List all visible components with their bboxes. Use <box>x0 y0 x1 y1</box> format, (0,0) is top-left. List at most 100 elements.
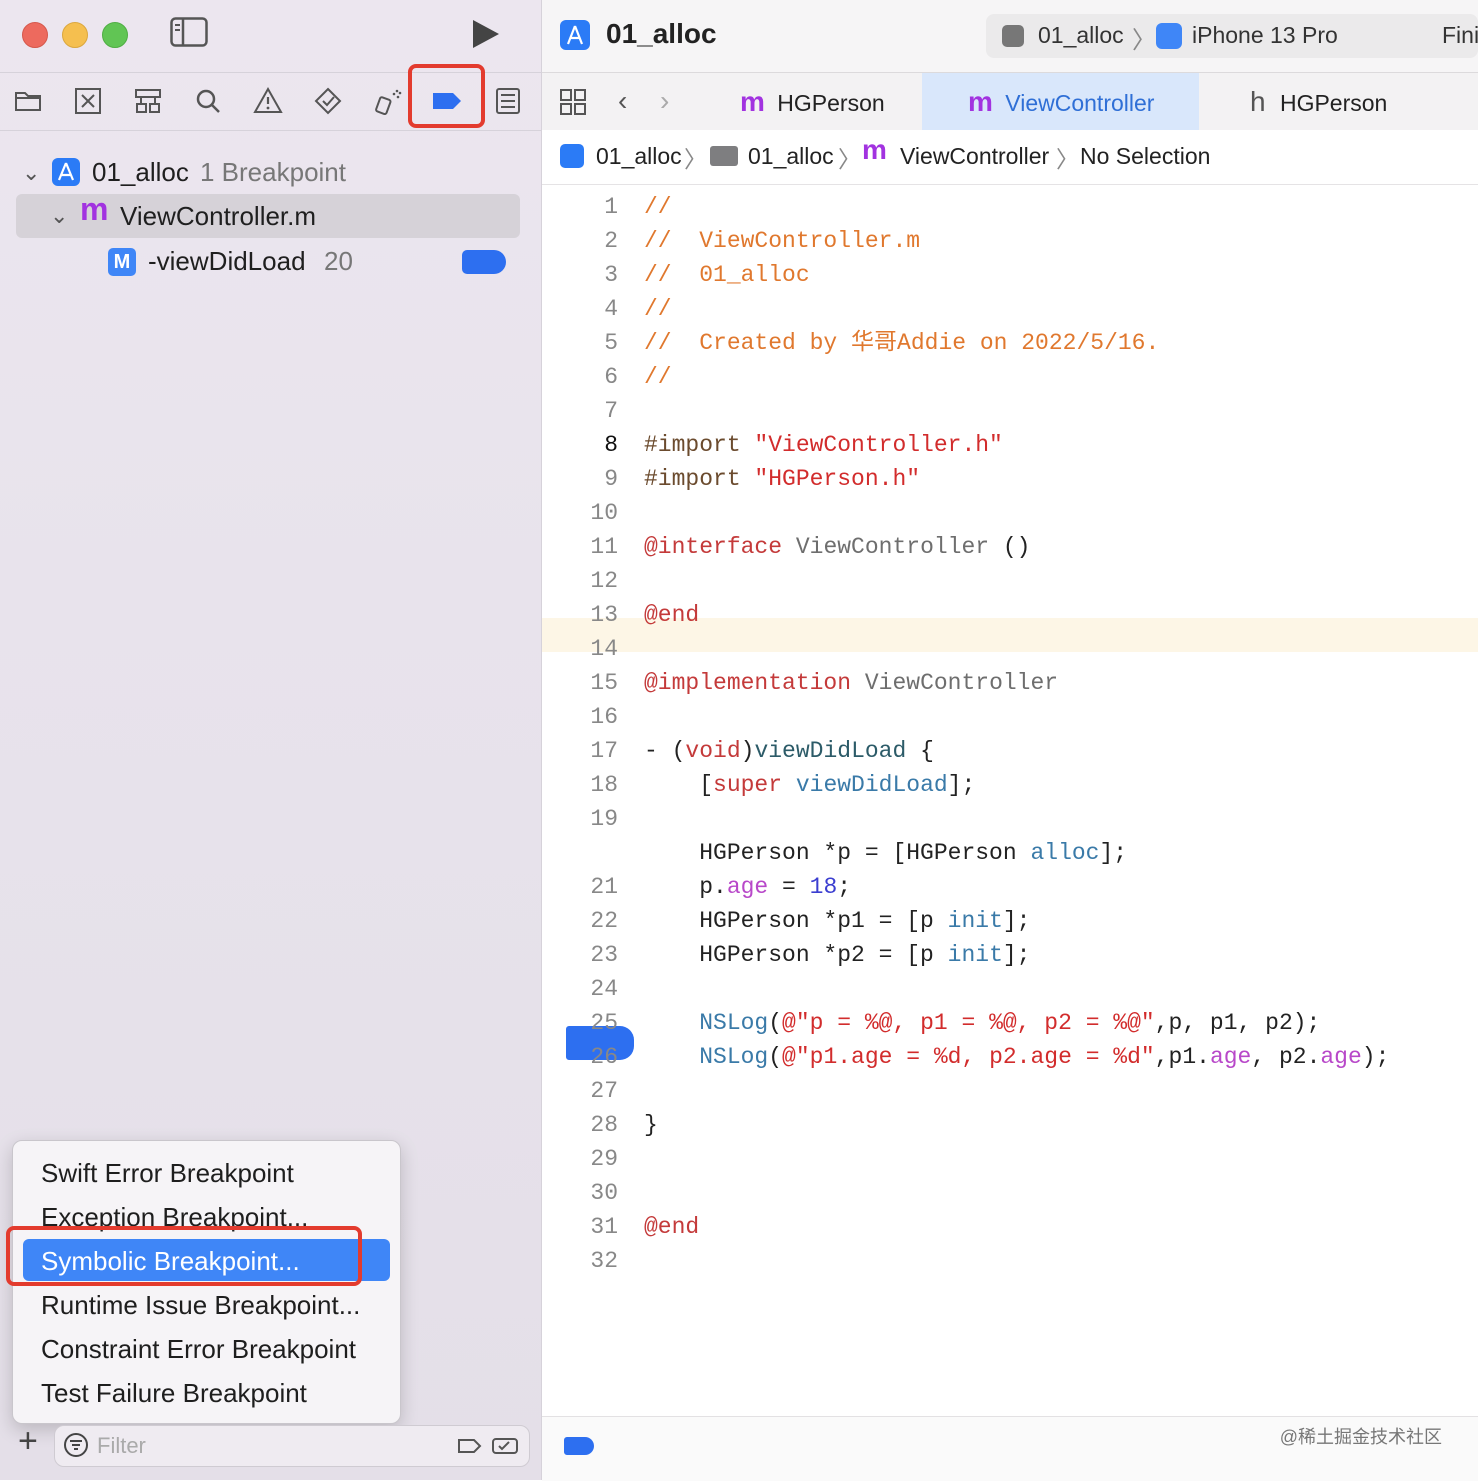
line-source: // 01_alloc <box>644 262 810 288</box>
line-number: 7 <box>604 398 618 424</box>
line-number: 21 <box>590 874 618 900</box>
tab-label: HGPerson <box>1279 90 1388 116</box>
line-number: 31 <box>590 1214 618 1240</box>
sidebar-toggle-icon[interactable] <box>170 17 208 47</box>
annotation-highlight-box <box>6 1226 362 1286</box>
app-project-icon <box>560 144 584 168</box>
code-line: 2 // ViewController.m <box>542 224 1478 258</box>
line-number: 20 <box>590 840 618 866</box>
enabled-filter-icon[interactable] <box>491 1436 519 1456</box>
code-line: 4 // <box>542 292 1478 326</box>
header-file-icon: h <box>1250 86 1266 117</box>
code-line: 1 // <box>542 190 1478 224</box>
chevron-down-icon[interactable]: ⌄ <box>22 160 40 186</box>
line-number: 27 <box>590 1078 618 1104</box>
code-line: 32 <box>542 1244 1478 1278</box>
jump-project[interactable]: 01_alloc <box>596 143 682 170</box>
zoom-window-button[interactable] <box>102 22 128 48</box>
code-line: 28} <box>542 1108 1478 1142</box>
scheme-selector[interactable]: 01_alloc 〉 iPhone 13 Pro Fini <box>986 14 1478 58</box>
file-row[interactable]: ⌄ m ViewController.m <box>0 191 541 237</box>
forward-icon[interactable]: › <box>660 85 669 117</box>
code-line: 9 #import "HGPerson.h" <box>542 462 1478 496</box>
objc-file-icon: m <box>740 86 765 117</box>
line-number: 22 <box>590 908 618 934</box>
line-source: HGPerson *p = [HGPerson alloc]; <box>644 840 1128 866</box>
folder-icon[interactable] <box>13 86 43 116</box>
source-control-icon[interactable] <box>73 86 103 116</box>
watermark: @稀土掘金技术社区 <box>1279 1427 1442 1447</box>
breakpoints-toggle-icon[interactable] <box>564 1437 594 1455</box>
code-line: 27 <box>542 1074 1478 1108</box>
filter-icon <box>63 1432 89 1458</box>
close-window-button[interactable] <box>22 22 48 48</box>
code-line: 30 <box>542 1176 1478 1210</box>
scheme-name[interactable]: 01_alloc <box>1038 22 1124 49</box>
tab-label: HGPerson <box>777 90 885 116</box>
method-name: -viewDidLoad <box>148 246 306 276</box>
minimize-window-button[interactable] <box>62 22 88 48</box>
tab-hgperson-h[interactable]: h HGPerson <box>1250 73 1387 130</box>
line-source: #import "HGPerson.h" <box>644 466 921 492</box>
test-diamond-icon[interactable] <box>313 86 343 116</box>
search-icon[interactable] <box>193 86 223 116</box>
line-number: 19 <box>590 806 618 832</box>
objc-file-icon: m <box>80 191 109 227</box>
tab-hgperson-m[interactable]: m HGPerson <box>740 73 885 130</box>
chevron-down-icon[interactable]: ⌄ <box>50 203 68 229</box>
breakpoint-tag-icon[interactable] <box>462 250 506 274</box>
code-line: 3 // 01_alloc <box>542 258 1478 292</box>
code-line: 11 @interface ViewController () <box>542 530 1478 564</box>
jump-file[interactable]: ViewController <box>900 143 1049 170</box>
line-source: HGPerson *p1 = [p init]; <box>644 908 1031 934</box>
chevron-right-icon: 〉 <box>838 146 861 172</box>
line-number: 2 <box>604 228 618 254</box>
line-number: 30 <box>590 1180 618 1206</box>
debug-spray-icon[interactable] <box>373 86 403 116</box>
editor-tab-bar: ‹ › m HGPerson m ViewController h HGPers… <box>542 72 1478 131</box>
line-number: 3 <box>604 262 618 288</box>
jump-bar: 01_alloc 〉 01_alloc 〉 m ViewController 〉… <box>542 130 1478 185</box>
app-project-icon <box>560 20 590 50</box>
warning-icon[interactable] <box>253 86 283 116</box>
menu-item-swift-error[interactable]: Swift Error Breakpoint <box>41 1153 294 1193</box>
device-icon <box>1156 23 1182 49</box>
line-number: 23 <box>590 942 618 968</box>
tab-viewcontroller-m[interactable]: m ViewController <box>968 73 1154 130</box>
project-row[interactable]: ⌄ 01_alloc 1 Breakpoint <box>0 152 541 194</box>
symbol-navigator-icon[interactable] <box>133 86 163 116</box>
line-number: 4 <box>604 296 618 322</box>
line-source: p.age = 18; <box>644 874 852 900</box>
chevron-right-icon: 〉 <box>1132 27 1156 54</box>
menu-item-constraint-error[interactable]: Constraint Error Breakpoint <box>41 1329 356 1369</box>
line-number: 29 <box>590 1146 618 1172</box>
run-icon[interactable] <box>468 17 502 51</box>
line-source: // <box>644 194 672 220</box>
code-line: 31 @end <box>542 1210 1478 1244</box>
back-icon[interactable]: ‹ <box>618 85 627 117</box>
code-line: 24 <box>542 972 1478 1006</box>
line-number: 15 <box>590 670 618 696</box>
filter-field[interactable]: Filter <box>54 1425 530 1467</box>
file-name: ViewController.m <box>120 201 317 231</box>
report-navigator-icon[interactable] <box>493 86 523 116</box>
menu-item-runtime-issue[interactable]: Runtime Issue Breakpoint... <box>41 1285 360 1325</box>
code-line: 7 <box>542 394 1478 428</box>
breakpoint-filter-icon[interactable] <box>457 1436 483 1456</box>
add-icon[interactable]: + <box>18 1422 38 1461</box>
window-titlebar: 01_alloc 01_alloc 〉 iPhone 13 Pro Fini <box>542 0 1478 72</box>
navigator-panel: ⌄ 01_alloc 1 Breakpoint ⌄ m ViewControll… <box>0 0 542 1480</box>
scheme-icon <box>1002 25 1024 47</box>
code-editor[interactable]: 1 // 2 // ViewController.m 3 // 01_alloc 4 /… <box>542 190 1478 1416</box>
line-number: 17 <box>590 738 618 764</box>
breakpoint-row[interactable]: M -viewDidLoad 20 <box>0 240 541 282</box>
grid-icon[interactable] <box>558 87 588 117</box>
line-source: NSLog(@"p = %@, p1 = %@, p2 = %@",p, p1,… <box>699 1010 1321 1036</box>
menu-item-test-failure[interactable]: Test Failure Breakpoint <box>41 1373 307 1413</box>
device-name[interactable]: iPhone 13 Pro <box>1192 22 1338 49</box>
project-name: 01_alloc <box>92 157 189 187</box>
jump-group[interactable]: 01_alloc <box>748 143 834 170</box>
code-line: 18 [super viewDidLoad]; <box>542 768 1478 802</box>
objc-file-icon: m <box>968 86 993 117</box>
jump-selection[interactable]: No Selection <box>1080 143 1210 170</box>
